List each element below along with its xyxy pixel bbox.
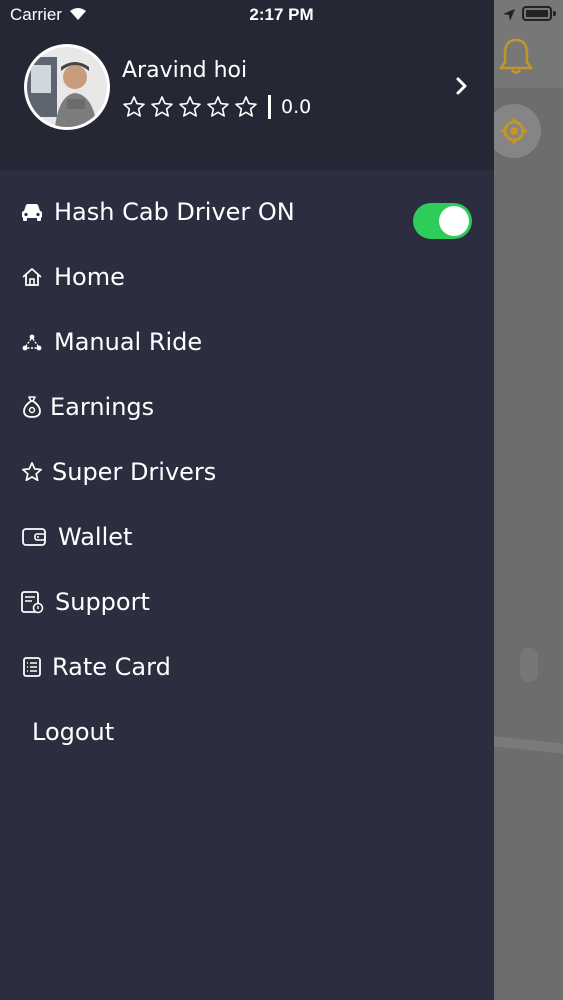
star-icon — [150, 95, 174, 119]
rating-separator — [268, 95, 271, 119]
home-icon — [20, 265, 44, 289]
menu-item-rate-card[interactable]: Rate Card — [0, 639, 494, 695]
menu-item-manual-ride[interactable]: Manual Ride — [0, 314, 494, 370]
locate-me-button[interactable] — [487, 104, 541, 158]
menu-item-home[interactable]: Home — [0, 249, 494, 305]
menu-item-label: Manual Ride — [54, 328, 203, 356]
battery-icon — [522, 6, 552, 21]
menu-item-logout[interactable]: Logout — [0, 704, 494, 760]
chevron-right-icon[interactable] — [454, 76, 470, 100]
battery-tip — [553, 11, 556, 16]
user-name: Aravind hoi — [122, 58, 248, 83]
star-icon — [122, 95, 146, 119]
wallet-icon — [20, 525, 48, 549]
car-icon — [20, 200, 44, 224]
menu-item-label: Support — [55, 588, 150, 616]
star-icon — [234, 95, 258, 119]
menu-item-label: Home — [54, 263, 125, 291]
toggle-knob — [439, 206, 469, 236]
menu-item-label: Hash Cab Driver ON — [54, 198, 295, 226]
menu-item-super-drivers[interactable]: Super Drivers — [0, 444, 494, 500]
clock: 2:17 PM — [249, 5, 314, 24]
map-marker — [520, 648, 538, 682]
star-outline-icon — [20, 460, 44, 484]
star-icon — [206, 95, 230, 119]
driver-online-toggle[interactable] — [413, 203, 472, 239]
star-icon — [178, 95, 202, 119]
menu-item-label: Wallet — [58, 523, 133, 551]
menu-item-label: Earnings — [50, 393, 155, 421]
location-arrow-icon — [502, 7, 516, 27]
side-drawer: Aravind hoi 0.0 Hash Cab Driver ON Home … — [0, 0, 494, 1000]
menu-item-earnings[interactable]: Earnings — [0, 379, 494, 435]
rating-value: 0.0 — [281, 96, 312, 118]
rating-stars: 0.0 — [122, 95, 311, 119]
menu-item-wallet[interactable]: Wallet — [0, 509, 494, 565]
route-icon — [20, 330, 44, 354]
money-bag-icon — [20, 395, 44, 419]
menu-item-label: Super Drivers — [52, 458, 217, 486]
menu-item-label: Rate Card — [52, 653, 171, 681]
notification-bell-icon[interactable] — [494, 34, 538, 78]
support-icon — [20, 590, 44, 614]
list-icon — [20, 655, 44, 679]
avatar — [27, 47, 107, 127]
status-bar: Carrier 2:17 PM — [0, 0, 563, 30]
crosshair-icon — [501, 118, 527, 144]
menu-item-label: Logout — [32, 718, 115, 746]
menu-item-driver-status[interactable]: Hash Cab Driver ON — [0, 184, 494, 240]
menu-item-support[interactable]: Support — [0, 574, 494, 630]
